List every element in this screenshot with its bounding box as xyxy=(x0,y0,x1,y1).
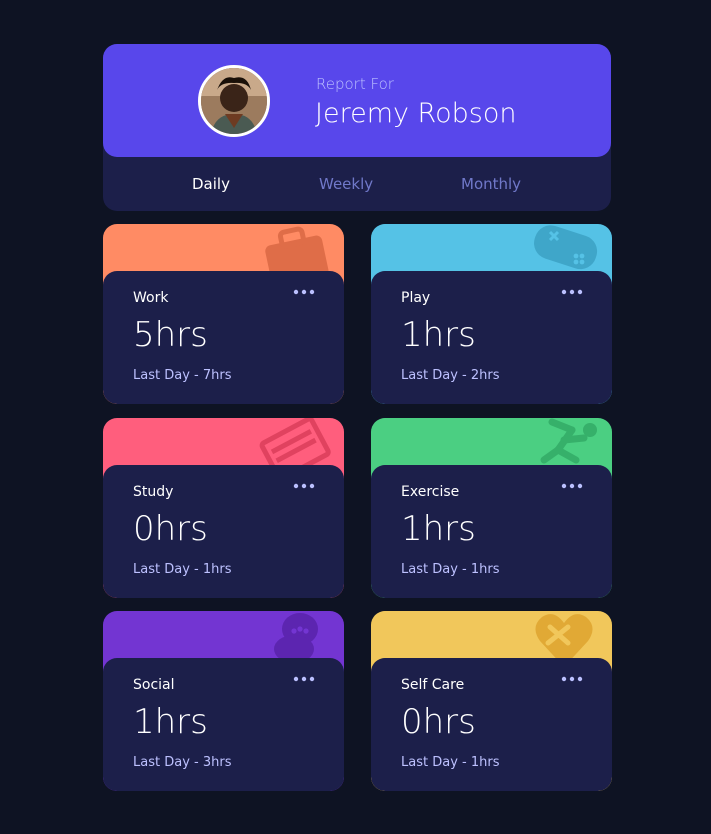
tab-monthly[interactable]: Monthly xyxy=(461,175,521,193)
card-body: Self Care 0hrs Last Day - 1hrs xyxy=(371,658,612,791)
current-hours: 0hrs xyxy=(133,509,208,549)
current-hours: 1hrs xyxy=(133,702,208,742)
card-body: Social 1hrs Last Day - 3hrs xyxy=(103,658,344,791)
card-exercise: Exercise 1hrs Last Day - 1hrs xyxy=(371,418,612,598)
ellipsis-icon[interactable] xyxy=(560,672,584,686)
ellipsis-icon[interactable] xyxy=(560,285,584,299)
previous-hours: Last Day - 1hrs xyxy=(133,562,232,577)
ellipsis-icon[interactable] xyxy=(560,479,584,493)
avatar xyxy=(198,65,270,137)
ellipsis-icon[interactable] xyxy=(292,285,316,299)
previous-hours: Last Day - 2hrs xyxy=(401,368,500,383)
current-hours: 5hrs xyxy=(133,315,208,355)
card-play: Play 1hrs Last Day - 2hrs xyxy=(371,224,612,404)
card-work: Work 5hrs Last Day - 7hrs xyxy=(103,224,344,404)
previous-hours: Last Day - 1hrs xyxy=(401,562,500,577)
ellipsis-icon[interactable] xyxy=(292,479,316,493)
timeframe-tabs: Daily Weekly Monthly xyxy=(103,157,611,211)
current-hours: 1hrs xyxy=(401,509,476,549)
current-hours: 0hrs xyxy=(401,702,476,742)
card-title: Self Care xyxy=(401,677,465,693)
current-hours: 1hrs xyxy=(401,315,476,355)
card-title: Social xyxy=(133,677,175,693)
card-social: Social 1hrs Last Day - 3hrs xyxy=(103,611,344,791)
card-title: Work xyxy=(133,290,169,306)
card-study: Study 0hrs Last Day - 1hrs xyxy=(103,418,344,598)
card-body: Exercise 1hrs Last Day - 1hrs xyxy=(371,465,612,598)
report-for-label: Report For xyxy=(316,75,394,93)
card-self-care: Self Care 0hrs Last Day - 1hrs xyxy=(371,611,612,791)
profile-header: Report For Jeremy Robson xyxy=(103,44,611,157)
previous-hours: Last Day - 1hrs xyxy=(401,755,500,770)
card-body: Study 0hrs Last Day - 1hrs xyxy=(103,465,344,598)
card-body: Work 5hrs Last Day - 7hrs xyxy=(103,271,344,404)
tab-daily[interactable]: Daily xyxy=(192,175,230,193)
previous-hours: Last Day - 3hrs xyxy=(133,755,232,770)
card-title: Study xyxy=(133,484,174,500)
tab-weekly[interactable]: Weekly xyxy=(319,175,373,193)
card-body: Play 1hrs Last Day - 2hrs xyxy=(371,271,612,404)
previous-hours: Last Day - 7hrs xyxy=(133,368,232,383)
ellipsis-icon[interactable] xyxy=(292,672,316,686)
profile-card: Report For Jeremy Robson Daily Weekly Mo… xyxy=(103,44,611,211)
user-name: Jeremy Robson xyxy=(315,98,517,129)
card-title: Exercise xyxy=(401,484,460,500)
card-title: Play xyxy=(401,290,431,306)
